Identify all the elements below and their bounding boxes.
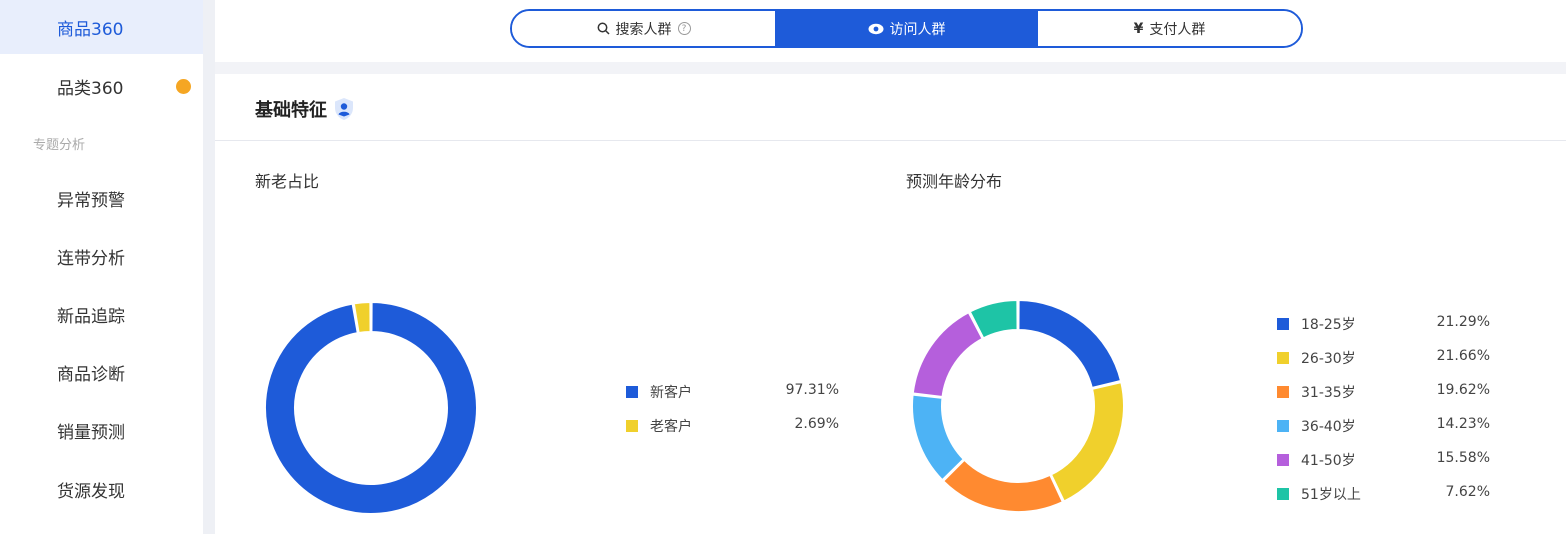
topbar: 搜索人群 ? 访问人群 ¥ 支付人群 [215,0,1566,62]
new-old-ratio-donut [264,300,478,515]
legend-label: 老客户 [650,419,692,435]
yen-icon: ¥ [1133,20,1144,37]
sidebar-item-product360[interactable]: 商品360 [0,0,203,54]
sidebar-item-label: 新品追踪 [57,306,125,327]
donut-slice-3[interactable] [911,393,966,482]
legend-value: 15.58% [1436,450,1490,466]
legend-item-age-5: 51岁以上 [1277,484,1361,504]
sidebar-item-bundle-analysis[interactable]: 连带分析 [0,229,203,283]
basic-features-panel: 基础特征 新老占比 新客户 97.31% 老客户 2.69% 预测年龄分布 18… [215,74,1566,534]
tab-visit-audience[interactable]: 访问人群 [775,11,1038,46]
legend-value: 97.31% [785,382,839,398]
donut-slice-2[interactable] [941,458,1065,513]
age-distribution-donut [911,298,1125,513]
legend-value: 21.66% [1436,348,1490,364]
sidebar-group-label: 专题分析 [33,138,86,153]
search-icon [597,22,610,35]
sidebar-item-label: 货源发现 [57,481,125,502]
eye-icon [868,23,883,34]
legend-item-age-2: 31-35岁 [1277,382,1356,402]
legend-value: 19.62% [1436,382,1490,398]
panel-title: 基础特征 [255,96,355,122]
audience-segmented-control: 搜索人群 ? 访问人群 ¥ 支付人群 [510,9,1303,48]
tab-label: 支付人群 [1149,21,1206,38]
legend-swatch [1277,318,1289,330]
legend-label: 36-40岁 [1301,419,1356,435]
legend-swatch [1277,352,1289,364]
donut-slice-0[interactable] [264,300,478,515]
donut-slice-0[interactable] [1017,298,1123,390]
legend-item-new-customer: 新客户 [626,382,692,402]
tab-label: 访问人群 [889,21,946,38]
panel-divider [215,140,1566,141]
sidebar-item-category360[interactable]: 品类360 [0,59,203,113]
panel-title-text: 基础特征 [255,100,327,121]
donut-slice-4[interactable] [911,310,984,399]
sidebar-item-sales-forecast[interactable]: 销量预测 [0,403,203,457]
sidebar: 商品360 品类360 专题分析 异常预警 连带分析 新品追踪 商品诊断 销量预… [0,0,203,534]
sidebar-item-source-discovery[interactable]: 货源发现 [0,462,203,516]
legend-swatch [1277,454,1289,466]
legend-swatch [1277,488,1289,500]
legend-value: 2.69% [794,416,839,432]
sidebar-item-new-product-tracking[interactable]: 新品追踪 [0,287,203,341]
legend-label: 18-25岁 [1301,317,1356,333]
legend-swatch [626,386,638,398]
chart-title-new-old-ratio: 新老占比 [255,172,320,191]
legend-item-age-0: 18-25岁 [1277,314,1356,334]
sidebar-item-label: 异常预警 [57,190,125,211]
sidebar-item-anomaly-alert[interactable]: 异常预警 [0,171,203,225]
legend-value: 14.23% [1436,416,1490,432]
legend-label: 31-35岁 [1301,385,1356,401]
legend-label: 51岁以上 [1301,487,1361,503]
tab-pay-audience[interactable]: ¥ 支付人群 [1038,11,1301,46]
tab-search-audience[interactable]: 搜索人群 ? [512,11,775,46]
shield-user-icon [335,98,353,120]
sidebar-item-product-diagnosis[interactable]: 商品诊断 [0,345,203,399]
notification-dot [176,79,191,94]
tab-label: 搜索人群 [615,21,672,38]
legend-item-age-1: 26-30岁 [1277,348,1356,368]
legend-value: 21.29% [1436,314,1490,330]
legend-item-age-3: 36-40岁 [1277,416,1356,436]
legend-label: 新客户 [650,385,692,401]
legend-item-age-4: 41-50岁 [1277,450,1356,470]
legend-label: 41-50岁 [1301,453,1356,469]
sidebar-item-label: 连带分析 [57,248,125,269]
sidebar-item-label: 品类360 [57,78,124,99]
legend-label: 26-30岁 [1301,351,1356,367]
help-icon[interactable]: ? [677,22,691,35]
chart-title-age-distribution: 预测年龄分布 [906,172,1003,191]
legend-item-returning-customer: 老客户 [626,416,692,436]
legend-swatch [1277,420,1289,432]
legend-swatch [1277,386,1289,398]
sidebar-item-label: 商品360 [57,19,124,40]
legend-swatch [626,420,638,432]
sidebar-item-label: 商品诊断 [57,364,125,385]
sidebar-item-label: 销量预测 [57,422,125,443]
sidebar-divider [203,0,215,534]
legend-value: 7.62% [1445,484,1490,500]
donut-slice-1[interactable] [1049,380,1125,503]
